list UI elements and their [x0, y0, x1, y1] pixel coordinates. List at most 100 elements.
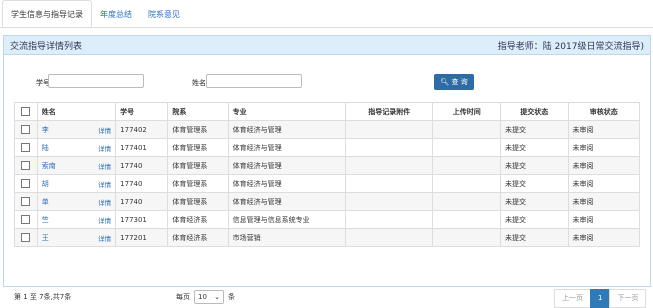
row-upload-time	[432, 192, 501, 211]
row-major: 信息管理与信息系统专业	[227, 210, 347, 229]
table-row: 王 详情 177201 体育经济系 市场营销 未提交 未审阅	[14, 228, 641, 247]
tab-bar: 学生信息与指导记录 年度总结 院系意见	[0, 0, 653, 28]
row-major: 体育经济与管理	[227, 192, 347, 211]
row-student-id: 17740	[115, 192, 169, 211]
chevron-down-icon: ⌄	[214, 293, 220, 301]
student-id-input[interactable]	[48, 74, 144, 88]
tab-student-info[interactable]: 学生信息与指导记录	[2, 0, 92, 27]
row-submit-status: 未提交	[499, 228, 569, 247]
student-name-input[interactable]	[206, 74, 302, 88]
row-name-cell: 王 详情	[36, 228, 117, 247]
table-row: 索南 详情 17740 体育管理系 体育经济与管理 未提交 未审阅	[14, 156, 641, 175]
student-name-link[interactable]: 陆	[42, 144, 49, 152]
student-name-label: 姓名	[192, 79, 206, 87]
row-upload-time	[432, 138, 501, 157]
row-upload-time	[432, 174, 501, 193]
row-checkbox[interactable]	[21, 143, 31, 152]
row-select-cell	[14, 120, 38, 139]
row-attachment	[345, 156, 434, 175]
row-submit-status: 未提交	[499, 156, 569, 175]
panel-header: 交流指导详情列表 指导老师：陆 2017级日常交流指导)	[4, 36, 650, 55]
record-count: 第 1 至 7条,共7条	[14, 293, 72, 301]
row-checkbox[interactable]	[21, 233, 31, 242]
student-name-link[interactable]: 单	[42, 198, 49, 206]
row-select-cell	[14, 228, 38, 247]
row-name-cell: 索南 详情	[36, 156, 117, 175]
row-attachment	[345, 192, 434, 211]
student-name-link[interactable]: 王	[42, 234, 49, 242]
row-student-id: 17740	[115, 156, 169, 175]
student-name-link[interactable]: 索南	[42, 162, 56, 170]
table-header-row: 姓名 学号 院系 专业 指导记录附件 上传时间 提交状态 审核状态	[14, 102, 641, 121]
student-name-link[interactable]: 竺	[42, 216, 49, 224]
row-student-id: 177201	[115, 228, 169, 247]
row-checkbox[interactable]	[21, 125, 31, 134]
row-attachment	[345, 210, 434, 229]
row-major: 体育经济与管理	[227, 138, 347, 157]
page-size-label: 每页	[176, 293, 190, 301]
row-review-status: 未审阅	[567, 228, 641, 247]
tab-annual-summary[interactable]: 年度总结	[92, 0, 140, 27]
row-checkbox[interactable]	[21, 197, 31, 206]
select-all-checkbox[interactable]	[21, 107, 31, 116]
detail-link[interactable]: 详情	[98, 125, 111, 135]
detail-link[interactable]: 详情	[98, 197, 111, 207]
row-checkbox[interactable]	[21, 215, 31, 224]
row-review-status: 未审阅	[567, 156, 641, 175]
row-submit-status: 未提交	[499, 174, 569, 193]
header-student-id: 学号	[115, 102, 169, 121]
header-attachment: 指导记录附件	[345, 102, 434, 121]
row-submit-status: 未提交	[499, 192, 569, 211]
row-checkbox[interactable]	[21, 179, 31, 188]
panel-title: 交流指导详情列表	[10, 41, 83, 52]
student-name-link[interactable]: 胡	[42, 180, 49, 188]
row-student-id: 17740	[115, 174, 169, 193]
row-major: 市场营销	[227, 228, 347, 247]
row-name-cell: 单 详情	[36, 192, 117, 211]
detail-link[interactable]: 详情	[98, 179, 111, 189]
row-major: 体育经济与管理	[227, 120, 347, 139]
detail-link[interactable]: 详情	[98, 161, 111, 171]
row-upload-time	[432, 210, 501, 229]
row-upload-time	[432, 228, 501, 247]
search-button[interactable]: 🔍︎ 查 询	[434, 74, 474, 90]
row-department: 体育管理系	[167, 174, 229, 193]
list-panel: 交流指导详情列表 指导老师：陆 2017级日常交流指导) 学号 姓名 🔍︎ 查 …	[3, 35, 651, 308]
search-icon: 🔍︎	[440, 78, 450, 86]
row-submit-status: 未提交	[499, 138, 569, 157]
header-department: 院系	[167, 102, 229, 121]
row-review-status: 未审阅	[567, 210, 641, 229]
row-submit-status: 未提交	[499, 120, 569, 139]
row-department: 体育管理系	[167, 156, 229, 175]
row-review-status: 未审阅	[567, 174, 641, 193]
row-checkbox[interactable]	[21, 161, 31, 170]
row-review-status: 未审阅	[567, 120, 641, 139]
select-all-cell	[14, 102, 38, 121]
detail-link[interactable]: 详情	[98, 215, 111, 225]
detail-link[interactable]: 详情	[98, 233, 111, 243]
header-major: 专业	[227, 102, 347, 121]
table-row: 胡 详情 17740 体育管理系 体育经济与管理 未提交 未审阅	[14, 174, 641, 193]
row-department: 体育管理系	[167, 120, 229, 139]
row-upload-time	[432, 156, 501, 175]
row-name-cell: 胡 详情	[36, 174, 117, 193]
page-size-select[interactable]: 10 ⌄	[194, 290, 224, 304]
row-review-status: 未审阅	[567, 192, 641, 211]
row-student-id: 177401	[115, 138, 169, 157]
row-major: 体育经济与管理	[227, 174, 347, 193]
student-name-link[interactable]: 李	[42, 126, 49, 134]
row-attachment	[345, 174, 434, 193]
row-name-cell: 竺 详情	[36, 210, 117, 229]
tab-department-opinion[interactable]: 院系意见	[140, 0, 188, 27]
page-size-unit: 条	[228, 293, 235, 301]
header-upload-time: 上传时间	[432, 102, 501, 121]
row-name-cell: 陆 详情	[36, 138, 117, 157]
advisor-info: 指导老师：陆 2017级日常交流指导)	[497, 41, 644, 52]
row-attachment	[345, 138, 434, 157]
records-table: 姓名 学号 院系 专业 指导记录附件 上传时间 提交状态 审核状态 李详情 177…	[14, 102, 641, 247]
row-select-cell	[14, 192, 38, 211]
table-row: 李 详情 177402 体育管理系 体育经济与管理 未提交 未审阅	[14, 120, 641, 139]
page-size-control: 每页 10 ⌄ 条	[176, 290, 235, 304]
header-review-status: 审核状态	[567, 102, 641, 121]
detail-link[interactable]: 详情	[98, 143, 111, 153]
